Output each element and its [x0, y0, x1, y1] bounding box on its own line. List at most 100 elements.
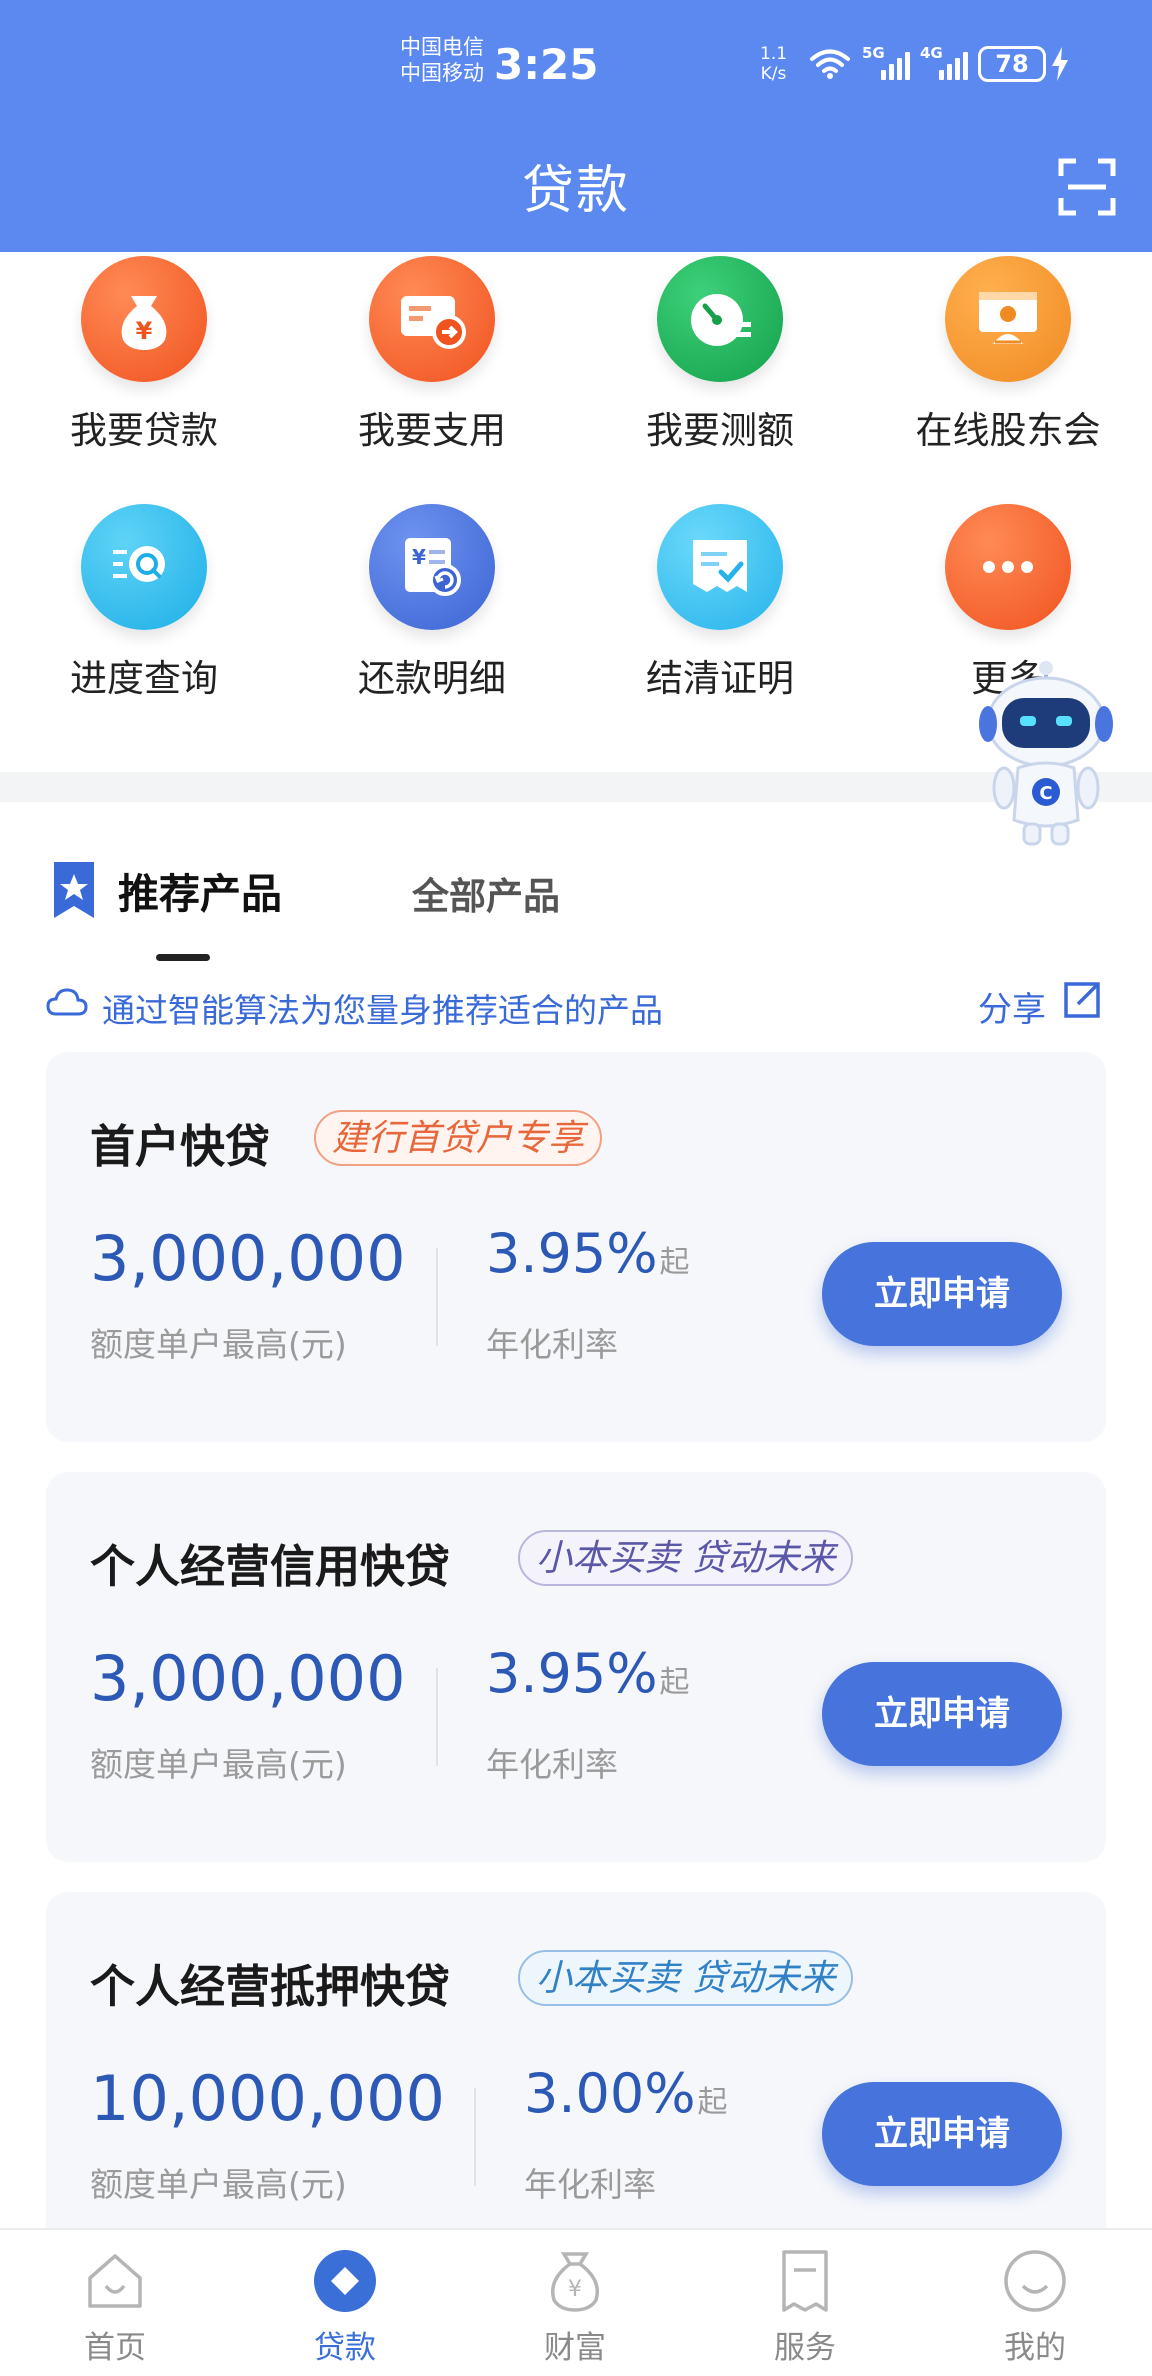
scan-icon[interactable] — [1058, 158, 1116, 216]
quick-action-draw[interactable]: 我要支用 — [288, 252, 576, 472]
share-icon[interactable] — [1062, 980, 1102, 1020]
product-amount-label: 额度单户最高(元) — [90, 2165, 347, 2204]
recommendation-hint: 通过智能算法为您量身推荐适合的产品 — [102, 991, 663, 1030]
rate-suffix: 起 — [659, 1665, 690, 1700]
certificate-icon — [657, 504, 783, 630]
quick-action-label: 进度查询 — [70, 657, 218, 700]
svg-text:C: C — [1039, 783, 1052, 804]
product-tag: 小本买卖 贷动未来 — [518, 1530, 854, 1586]
search-doc-icon — [81, 504, 207, 630]
product-card[interactable]: 个人经营信用快贷 小本买卖 贷动未来 3,000,000 额度单户最高(元) 3… — [46, 1472, 1106, 1862]
card-transfer-icon — [369, 256, 495, 382]
wealth-bag-icon: ¥ — [551, 2252, 599, 2312]
loan-icon — [314, 2250, 376, 2312]
meeting-icon — [945, 256, 1071, 382]
nav-wealth[interactable]: ¥ 财富 — [460, 2230, 690, 2376]
service-receipt-icon — [782, 2250, 828, 2312]
card-separator — [436, 1248, 438, 1346]
quick-action-label: 我要支用 — [358, 409, 506, 452]
net-speed: 1.1 K/s — [760, 44, 787, 84]
product-rate-label: 年化利率 — [486, 1745, 618, 1784]
quick-action-label: 还款明细 — [358, 657, 506, 700]
gauge-icon — [657, 256, 783, 382]
nav-home[interactable]: 首页 — [0, 2230, 230, 2376]
nav-label: 财富 — [544, 2330, 606, 2366]
status-time: 3:25 — [494, 40, 599, 89]
status-icons: 5G 4G 78 — [808, 44, 1068, 84]
product-tag: 小本买卖 贷动未来 — [518, 1950, 854, 2006]
quick-action-shareholder-meeting[interactable]: 在线股东会 — [864, 252, 1152, 472]
product-amount-label: 额度单户最高(元) — [90, 1325, 347, 1364]
svg-text:¥: ¥ — [568, 2277, 582, 2302]
product-rate: 3.00%起 — [524, 2062, 728, 2125]
product-rate: 3.95%起 — [486, 1642, 690, 1705]
tab-all-products[interactable]: 全部产品 — [412, 866, 560, 920]
page-title: 贷款 — [521, 161, 630, 221]
quick-action-progress[interactable]: 进度查询 — [0, 500, 288, 720]
rate-value: 3.95% — [486, 1642, 658, 1705]
product-name: 个人经营抵押快贷 — [90, 1960, 451, 2013]
product-tag: 建行首贷户专享 — [314, 1110, 603, 1166]
active-tab-indicator — [156, 954, 210, 961]
product-amount: 3,000,000 — [90, 1222, 406, 1295]
apply-button[interactable]: 立即申请 — [822, 1242, 1062, 1346]
signal-5g-icon: 5G — [862, 44, 910, 84]
rate-value: 3.95% — [486, 1222, 658, 1285]
charging-icon — [1052, 47, 1068, 81]
wifi-icon — [810, 49, 850, 79]
tab-recommended[interactable]: 推荐产品 — [118, 860, 282, 920]
apply-button[interactable]: 立即申请 — [822, 1662, 1062, 1766]
product-amount: 10,000,000 — [90, 2062, 445, 2135]
battery-level: 78 — [978, 46, 1046, 82]
carrier-info: 中国电信 中国移动 — [400, 34, 484, 86]
svg-text:¥: ¥ — [136, 317, 153, 345]
home-icon — [88, 2254, 142, 2308]
quick-action-label: 在线股东会 — [915, 409, 1101, 452]
rate-value: 3.00% — [524, 2062, 696, 2125]
carrier-1: 中国电信 — [400, 35, 484, 59]
product-rate-label: 年化利率 — [486, 1325, 618, 1364]
card-separator — [474, 2088, 476, 2186]
repay-icon: ¥ — [369, 504, 495, 630]
quick-action-estimate[interactable]: 我要测额 — [576, 252, 864, 472]
quick-action-label: 我要测额 — [646, 409, 794, 452]
battery-icon: 78 — [978, 46, 1068, 82]
apply-button[interactable]: 立即申请 — [822, 2082, 1062, 2186]
share-button[interactable]: 分享 — [978, 982, 1046, 1031]
product-amount-label: 额度单户最高(元) — [90, 1745, 347, 1784]
quick-action-label: 我要贷款 — [70, 409, 218, 452]
product-card[interactable]: 个人经营抵押快贷 小本买卖 贷动未来 10,000,000 额度单户最高(元) … — [46, 1892, 1106, 2282]
svg-text:¥: ¥ — [412, 545, 426, 569]
carrier-2: 中国移动 — [400, 61, 484, 85]
quick-action-repayment-detail[interactable]: ¥ 还款明细 — [288, 500, 576, 720]
product-amount: 3,000,000 — [90, 1642, 406, 1715]
top-bar: 中国电信 中国移动 3:25 1.1 K/s 5G 4G 78 贷款 — [0, 0, 1152, 252]
card-separator — [436, 1668, 438, 1766]
product-card[interactable]: 首户快贷 建行首贷户专享 3,000,000 额度单户最高(元) 3.95%起 … — [46, 1052, 1106, 1442]
product-name: 首户快贷 — [90, 1120, 271, 1173]
bookmark-star-icon — [54, 862, 94, 918]
product-rate-label: 年化利率 — [524, 2165, 656, 2204]
product-rate: 3.95%起 — [486, 1222, 690, 1285]
quick-action-label: 结清证明 — [646, 657, 794, 700]
net-speed-unit: K/s — [760, 64, 787, 84]
more-icon — [945, 504, 1071, 630]
nav-service[interactable]: 服务 — [690, 2230, 920, 2376]
bottom-navigation: 首页 贷款 ¥ 财富 服务 我的 — [0, 2228, 1152, 2376]
signal-4g-icon: 4G — [920, 44, 968, 84]
nav-label: 贷款 — [314, 2330, 376, 2366]
quick-action-loan[interactable]: ¥ 我要贷款 — [0, 252, 288, 472]
rate-suffix: 起 — [659, 1245, 690, 1280]
net-speed-value: 1.1 — [760, 44, 788, 64]
nav-label: 首页 — [84, 2330, 146, 2366]
profile-icon — [1004, 2250, 1066, 2312]
rate-suffix: 起 — [697, 2085, 728, 2120]
money-bag-icon: ¥ — [81, 256, 207, 382]
nav-label: 服务 — [774, 2330, 836, 2366]
nav-label: 我的 — [1004, 2330, 1066, 2366]
product-name: 个人经营信用快贷 — [90, 1540, 451, 1593]
quick-action-settlement-proof[interactable]: 结清证明 — [576, 500, 864, 720]
nav-loan[interactable]: 贷款 — [230, 2230, 460, 2376]
cloud-icon — [46, 988, 88, 1016]
nav-profile[interactable]: 我的 — [920, 2230, 1150, 2376]
